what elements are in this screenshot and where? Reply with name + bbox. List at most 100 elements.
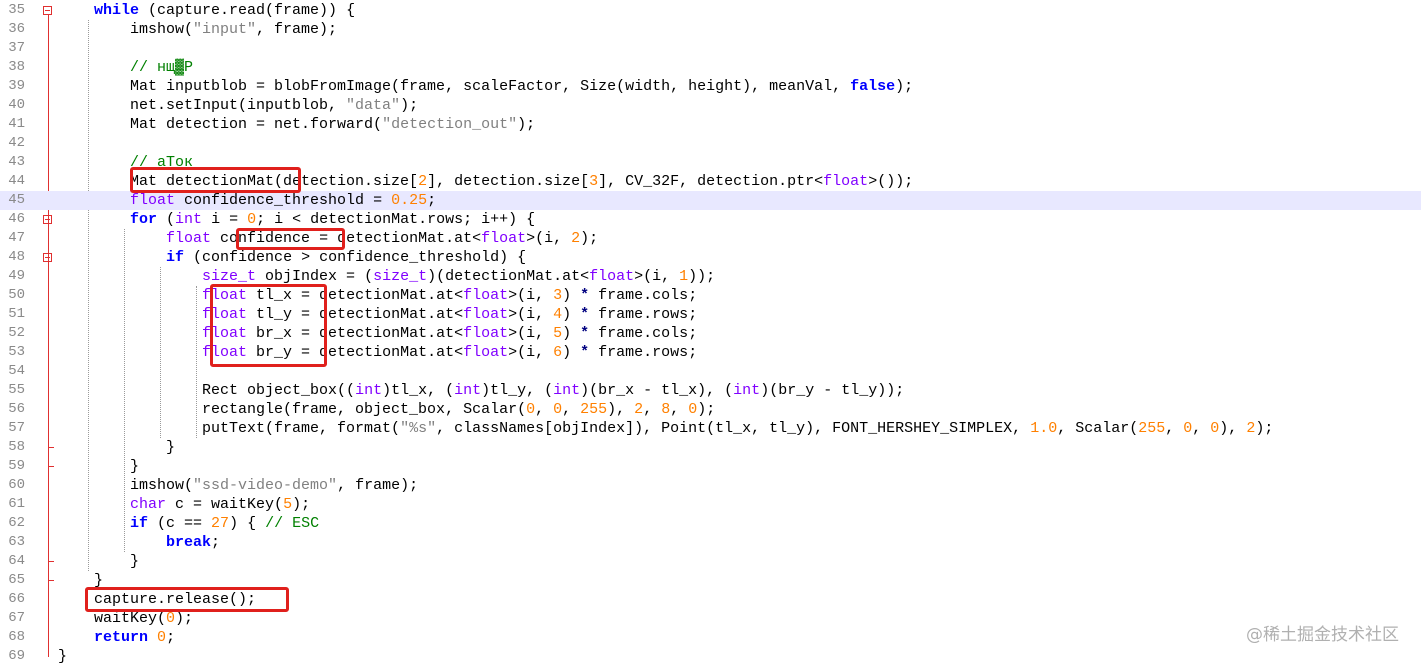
code-line[interactable]: 63 break; xyxy=(0,533,1421,552)
code-token: 3 xyxy=(553,287,563,304)
code-token: , Scalar( xyxy=(1057,420,1139,437)
line-number: 45 xyxy=(8,192,25,208)
line-number: 40 xyxy=(8,97,25,113)
code-text: float br_y = detectionMat.at<float>(i, 6… xyxy=(58,343,697,362)
line-number: 39 xyxy=(8,78,25,94)
code-line[interactable]: 42 xyxy=(0,134,1421,153)
code-token: 0.25 xyxy=(391,192,428,209)
line-number: 46 xyxy=(8,211,25,227)
code-line[interactable]: 60 imshow("ssd-video-demo", frame); xyxy=(0,476,1421,495)
code-token: )(detectionMat.at< xyxy=(427,268,590,285)
code-editor[interactable]: 35 while (capture.read(frame)) {36 imsho… xyxy=(0,0,1421,665)
highlight-confidence xyxy=(236,228,345,250)
watermark: @稀土掘金技术社区 xyxy=(1246,625,1399,645)
code-token: net.setInput(inputblob, xyxy=(58,97,347,114)
code-line[interactable]: 48 if (confidence > confidence_threshold… xyxy=(0,248,1421,267)
code-token: 0 xyxy=(688,401,698,418)
code-token: 27 xyxy=(211,515,230,532)
line-number: 56 xyxy=(8,401,25,417)
code-token: frame.rows; xyxy=(589,344,698,361)
line-number: 43 xyxy=(8,154,25,170)
code-token: // нщ▓Р xyxy=(130,59,194,76)
code-token: ); xyxy=(292,496,311,513)
code-line[interactable]: 35 while (capture.read(frame)) { xyxy=(0,1,1421,20)
code-line[interactable]: 47 float confidence = detectionMat.at<fl… xyxy=(0,229,1421,248)
code-token: ); xyxy=(895,78,914,95)
code-line[interactable]: 45 float confidence_threshold = 0.25; xyxy=(0,191,1421,210)
code-token: ), xyxy=(1219,420,1247,437)
code-token: Mat inputblob = blobFromImage(frame, sca… xyxy=(58,78,851,95)
line-number: 52 xyxy=(8,325,25,341)
line-number: 66 xyxy=(8,591,25,607)
code-token: ], detection.size[ xyxy=(427,173,590,190)
code-token: Rect object_box(( xyxy=(58,382,356,399)
code-line[interactable]: 46 for (int i = 0; i < detectionMat.rows… xyxy=(0,210,1421,229)
code-line[interactable]: 55 Rect object_box((int)tl_x, (int)tl_y,… xyxy=(0,381,1421,400)
code-text: Mat detection = net.forward("detection_o… xyxy=(58,115,535,134)
code-token: * xyxy=(580,287,590,304)
code-token: } xyxy=(58,439,176,456)
code-token: 2 xyxy=(571,230,581,247)
code-token: size_t xyxy=(202,268,257,285)
line-number: 51 xyxy=(8,306,25,322)
code-token: 1.0 xyxy=(1030,420,1058,437)
code-line[interactable]: 36 imshow("input", frame); xyxy=(0,20,1421,39)
code-token: )tl_y, ( xyxy=(481,382,554,399)
code-line[interactable]: 40 net.setInput(inputblob, "data"); xyxy=(0,96,1421,115)
code-text: // нщ▓Р xyxy=(58,58,193,77)
code-text: return 0; xyxy=(58,628,175,647)
code-line[interactable]: 58 } xyxy=(0,438,1421,457)
code-line[interactable]: 57 putText(frame, format("%s", className… xyxy=(0,419,1421,438)
code-token: frame.cols; xyxy=(589,287,698,304)
code-line[interactable]: 64 } xyxy=(0,552,1421,571)
code-token: 6 xyxy=(553,344,563,361)
line-number: 53 xyxy=(8,344,25,360)
code-line[interactable]: 59 } xyxy=(0,457,1421,476)
code-line[interactable]: 41 Mat detection = net.forward("detectio… xyxy=(0,115,1421,134)
code-token: >(i, xyxy=(508,344,554,361)
code-line[interactable]: 68 return 0; xyxy=(0,628,1421,647)
code-token: ); xyxy=(400,97,419,114)
code-line[interactable]: 39 Mat inputblob = blobFromImage(frame, … xyxy=(0,77,1421,96)
highlight-capture-release xyxy=(85,587,289,612)
code-token: 2 xyxy=(634,401,644,418)
code-token: ); xyxy=(697,401,716,418)
code-token: float xyxy=(166,230,212,247)
code-token: 3 xyxy=(589,173,599,190)
code-token: ) xyxy=(562,344,581,361)
line-number: 61 xyxy=(8,496,25,512)
code-text: size_t objIndex = (size_t)(detectionMat.… xyxy=(58,267,715,286)
code-text: float br_x = detectionMat.at<float>(i, 5… xyxy=(58,324,697,343)
line-number: 49 xyxy=(8,268,25,284)
code-line[interactable]: 56 rectangle(frame, object_box, Scalar(0… xyxy=(0,400,1421,419)
code-token: } xyxy=(58,553,140,570)
code-token: >(i, xyxy=(526,230,572,247)
code-text: for (int i = 0; i < detectionMat.rows; i… xyxy=(58,210,535,229)
line-number: 50 xyxy=(8,287,25,303)
code-token: // ESC xyxy=(265,515,320,532)
line-number: 47 xyxy=(8,230,25,246)
line-number: 55 xyxy=(8,382,25,398)
code-line[interactable]: 38 // нщ▓Р xyxy=(0,58,1421,77)
code-token: , xyxy=(1192,420,1211,437)
code-token: ); xyxy=(517,116,536,133)
code-text: if (confidence > confidence_threshold) { xyxy=(58,248,526,267)
code-line[interactable]: 69} xyxy=(0,647,1421,666)
code-token: 2 xyxy=(1246,420,1256,437)
code-line[interactable]: 37 xyxy=(0,39,1421,58)
code-token: 0 xyxy=(526,401,536,418)
code-token: , xyxy=(643,401,662,418)
code-token: )tl_x, ( xyxy=(382,382,455,399)
code-token: "%s" xyxy=(400,420,437,437)
code-token: int xyxy=(733,382,761,399)
code-token: ); xyxy=(580,230,599,247)
code-line[interactable]: 62 if (c == 27) { // ESC xyxy=(0,514,1421,533)
code-line[interactable]: 61 char c = waitKey(5); xyxy=(0,495,1421,514)
line-number: 62 xyxy=(8,515,25,531)
